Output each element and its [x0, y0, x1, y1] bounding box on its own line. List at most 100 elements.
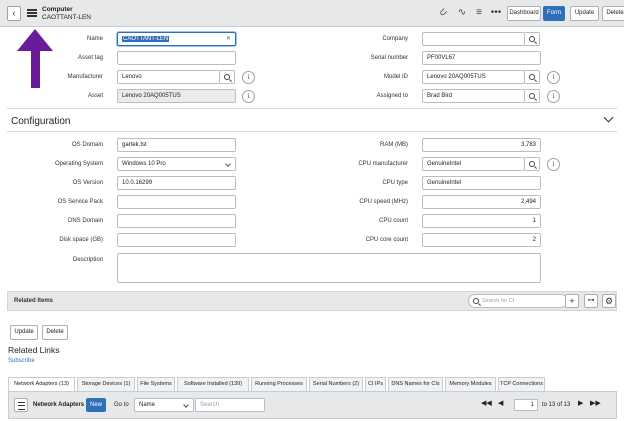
goto-field-select[interactable]: Name	[134, 398, 194, 412]
os-domain-field[interactable]: gartek.tst	[117, 138, 236, 152]
os-version-field[interactable]: 10.0.16299	[117, 176, 236, 190]
sliders-icon[interactable]: ≡	[473, 7, 485, 19]
list-search-input[interactable]: Search	[195, 398, 265, 412]
tab-network-adapters[interactable]: Network Adapters (13)	[8, 377, 75, 392]
model-id-lookup-button[interactable]	[525, 70, 540, 84]
dns-domain-field[interactable]	[117, 214, 236, 228]
cpu-core-count-field[interactable]: 2	[422, 233, 541, 247]
manufacturer-lookup-button[interactable]	[220, 70, 235, 84]
delete-button[interactable]: Delete	[602, 6, 624, 21]
tab-tcp-connections[interactable]: TCP Connections	[498, 377, 545, 391]
previous-page-icon[interactable]: ◀	[498, 399, 503, 407]
info-icon[interactable]: i	[547, 158, 560, 171]
page-range-text: to 13 of 13	[542, 402, 571, 408]
manufacturer-label: Manufacturer	[67, 74, 103, 80]
assigned-to-label: Assigned to	[376, 93, 408, 99]
tab-software-installed[interactable]: Software Installed (139)	[177, 377, 249, 391]
dashboard-button[interactable]: Dashboard	[507, 6, 541, 21]
section-divider	[7, 108, 617, 109]
disk-space-field[interactable]	[117, 233, 236, 247]
os-version-label: OS Version	[72, 180, 103, 186]
related-items-bar: Related Items Search for CI + ⊶ ⚙	[7, 291, 617, 311]
assigned-to-lookup-button[interactable]	[525, 89, 540, 103]
info-icon[interactable]: i	[547, 90, 560, 103]
assigned-to-field[interactable]: Brad Bird	[422, 89, 525, 103]
cpu-type-field[interactable]: GenuineIntel	[422, 176, 541, 190]
serial-number-field[interactable]: PF00VL67	[422, 51, 541, 65]
related-links-title: Related Links	[8, 345, 60, 355]
info-icon[interactable]: i	[242, 90, 255, 103]
chevron-down-icon	[225, 161, 231, 167]
more-icon[interactable]: •••	[490, 7, 502, 19]
cpu-type-label: CPU type	[382, 180, 408, 186]
collapse-chevron-icon[interactable]	[603, 112, 614, 123]
chevron-down-icon	[183, 402, 189, 408]
search-icon	[529, 93, 535, 99]
name-field[interactable]: CAOTTANT-LEN ✕	[117, 32, 236, 46]
search-icon	[473, 298, 479, 304]
record-type: Computer	[42, 6, 73, 13]
delete-button[interactable]: Delete	[42, 325, 68, 340]
disk-space-label: Disk space (GB)	[59, 237, 103, 243]
last-page-icon[interactable]: ▶▶	[590, 399, 601, 407]
dns-domain-label: DNS Domain	[67, 218, 103, 224]
clear-icon[interactable]: ✕	[226, 33, 231, 45]
form-button[interactable]: Form	[543, 6, 565, 21]
annotation-arrow-shaft	[31, 48, 40, 88]
tab-serial-numbers[interactable]: Serial Numbers (2)	[309, 377, 363, 391]
subscribe-link[interactable]: Subscribe	[8, 358, 35, 364]
search-icon	[529, 74, 535, 80]
update-button[interactable]: Update	[570, 6, 599, 21]
cpu-speed-label: CPU speed (MHz)	[359, 199, 408, 205]
first-page-icon[interactable]: ◀◀	[481, 399, 492, 407]
hierarchy-icon[interactable]: ⊶	[584, 294, 598, 308]
tab-running-processes[interactable]: Running Processes	[251, 377, 307, 391]
asset-tag-label: Asset tag	[77, 55, 103, 61]
ram-field[interactable]: 3,783	[422, 138, 541, 152]
hamburger-icon[interactable]	[27, 9, 37, 17]
tab-file-systems[interactable]: File Systems	[137, 377, 175, 391]
next-page-icon[interactable]: ▶	[578, 399, 583, 407]
tab-storage-devices[interactable]: Storage Devices (1)	[77, 377, 135, 391]
tab-dns-names[interactable]: DNS Names for CIs	[388, 377, 443, 391]
os-service-pack-field[interactable]	[117, 195, 236, 209]
serial-number-label: Serial number	[370, 55, 408, 61]
info-icon[interactable]: i	[242, 71, 255, 84]
back-button[interactable]: ‹	[7, 6, 21, 21]
asset-field: Lenovo 20AQ005TUS	[117, 89, 236, 103]
manufacturer-field[interactable]: Lenovo	[117, 70, 220, 84]
operating-system-select[interactable]: Windows 10 Pro	[117, 157, 236, 171]
cpu-count-field[interactable]: 1	[422, 214, 541, 228]
update-button[interactable]: Update	[10, 325, 38, 340]
asset-tag-field[interactable]	[117, 51, 236, 65]
description-textarea[interactable]	[117, 253, 541, 283]
list-toolbar: Network Adapters New Go to Name Search ◀…	[8, 391, 617, 419]
related-items-search[interactable]: Search for CI	[468, 294, 568, 308]
cpu-count-label: CPU count	[378, 218, 408, 224]
goto-label: Go to	[114, 402, 129, 408]
cpu-manufacturer-lookup-button[interactable]	[525, 157, 540, 171]
operating-system-label: Operating System	[54, 161, 103, 167]
configuration-title: Configuration	[11, 116, 71, 127]
chevron-left-icon: ‹	[12, 8, 16, 18]
search-icon	[529, 36, 535, 42]
cpu-speed-field[interactable]: 2,494	[422, 195, 541, 209]
page-number-input[interactable]: 1	[514, 399, 538, 411]
activity-icon[interactable]: ∿	[456, 7, 468, 19]
search-icon	[224, 74, 230, 80]
new-button[interactable]: New	[86, 398, 106, 412]
list-menu-icon[interactable]	[14, 398, 28, 412]
paperclip-icon[interactable]: ⊂	[436, 5, 453, 22]
company-lookup-button[interactable]	[525, 32, 540, 46]
info-icon[interactable]: i	[547, 71, 560, 84]
search-icon	[529, 161, 535, 167]
company-field[interactable]	[422, 32, 525, 46]
cpu-manufacturer-field[interactable]: GenuineIntel	[422, 157, 525, 171]
form-header: ‹ Computer CAOTTANT-LEN ⊂ ∿ ≡ ••• Dashbo…	[0, 0, 624, 27]
description-label: Description	[72, 257, 103, 263]
model-id-field[interactable]: Lenovo 20AQ005TUS	[422, 70, 525, 84]
tab-ci-ips[interactable]: CI IPs	[365, 377, 386, 391]
tab-memory-modules[interactable]: Memory Modules	[445, 377, 496, 391]
plus-icon[interactable]: +	[565, 294, 579, 308]
gear-icon[interactable]: ⚙	[602, 294, 616, 308]
